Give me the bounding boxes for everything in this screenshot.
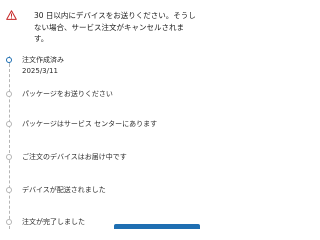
order-progress-timeline: 注文作成済み 2025/3/11 パッケージをお送りください パッケージはサービ… bbox=[0, 50, 200, 229]
step-status-dot bbox=[6, 91, 12, 97]
warning-message: 30 日以内にデバイスをお送りください。そうしない場合、サービス注文がキャンセル… bbox=[34, 11, 196, 43]
step-status-dot bbox=[6, 187, 12, 193]
step-label: 注文が完了しました bbox=[22, 218, 85, 226]
step-label: デバイスが配送されました bbox=[22, 186, 106, 194]
order-status-page: 30 日以内にデバイスをお送りください。そうしない場合、サービス注文がキャンセル… bbox=[0, 0, 200, 229]
timeline-dashed-line bbox=[9, 64, 10, 229]
step-label: パッケージをお送りください bbox=[22, 90, 113, 98]
step-date: 2025/3/11 bbox=[22, 67, 58, 75]
step-status-dot bbox=[6, 121, 12, 127]
warning-triangle-icon bbox=[6, 10, 17, 20]
step-label: ご注文のデバイスはお届け中です bbox=[22, 153, 127, 161]
step-label: 注文作成済み bbox=[22, 56, 64, 64]
step-label: パッケージはサービス センターにあります bbox=[22, 120, 158, 128]
step-status-dot-active bbox=[6, 57, 12, 63]
primary-action-button[interactable] bbox=[114, 224, 200, 229]
step-status-dot bbox=[6, 154, 12, 160]
step-status-dot bbox=[6, 219, 12, 225]
